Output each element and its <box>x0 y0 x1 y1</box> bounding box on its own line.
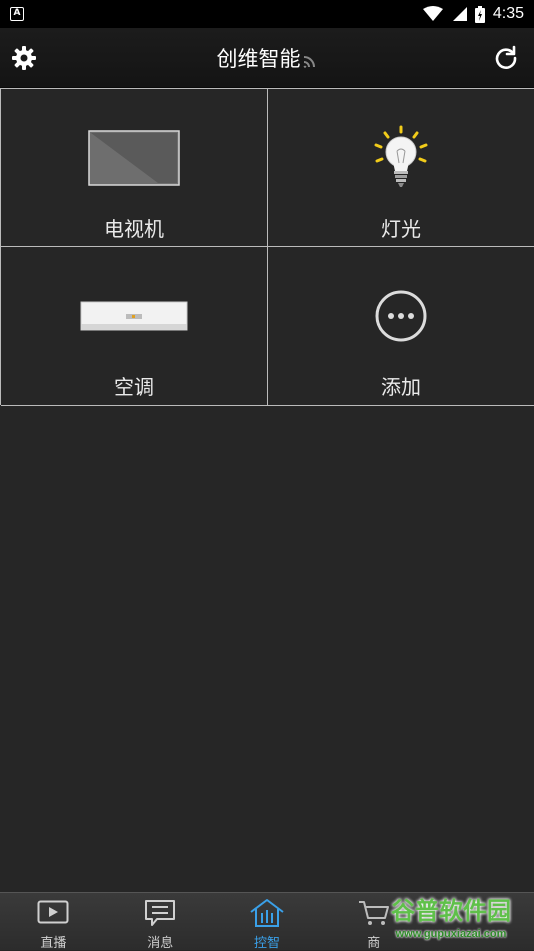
battery-icon <box>474 5 485 23</box>
status-bar: A 4:35 <box>0 0 534 28</box>
tab-smart-control[interactable]: 控智 <box>214 893 321 951</box>
tab-messages[interactable]: 消息 <box>107 893 214 951</box>
air-conditioner-icon <box>80 301 188 331</box>
notification-icon: A <box>10 7 24 21</box>
status-time: 4:35 <box>492 5 524 22</box>
watermark-text: 谷普软件园 <box>391 897 511 925</box>
connection-wave-icon <box>303 56 315 68</box>
home-icon <box>250 899 284 927</box>
device-label: 电视机 <box>104 217 164 241</box>
watermark-url: www.gupuxiazai.com <box>395 928 507 940</box>
tab-label: 消息 <box>147 936 174 951</box>
light-bulb-icon <box>374 125 428 187</box>
header-title-group: 创维智能 <box>0 28 534 88</box>
tab-label: 直播 <box>40 936 67 951</box>
device-label: 添加 <box>381 375 421 399</box>
tab-live[interactable]: 直播 <box>0 893 107 951</box>
refresh-button[interactable] <box>488 40 524 76</box>
device-tile-tv[interactable]: 电视机 <box>1 89 268 247</box>
watermark: 谷普软件园 www.gupuxiazai.com <box>370 896 532 948</box>
more-icon <box>375 290 427 342</box>
device-label: 灯光 <box>381 217 421 241</box>
device-grid: 电视机 灯光 空调 添加 <box>0 88 534 406</box>
refresh-icon <box>495 45 517 69</box>
page-title: 创维智能 <box>216 47 301 71</box>
device-tile-add[interactable]: 添加 <box>268 247 534 406</box>
device-label: 空调 <box>114 375 154 399</box>
tv-icon <box>88 130 180 186</box>
play-icon <box>37 900 69 924</box>
app-header: 创维智能 <box>0 28 534 88</box>
message-icon <box>145 900 176 926</box>
device-tile-light[interactable]: 灯光 <box>268 89 534 247</box>
signal-icon <box>452 7 467 21</box>
device-tile-air-conditioner[interactable]: 空调 <box>1 247 268 406</box>
tab-label: 控智 <box>253 936 280 951</box>
wifi-icon <box>422 6 443 21</box>
